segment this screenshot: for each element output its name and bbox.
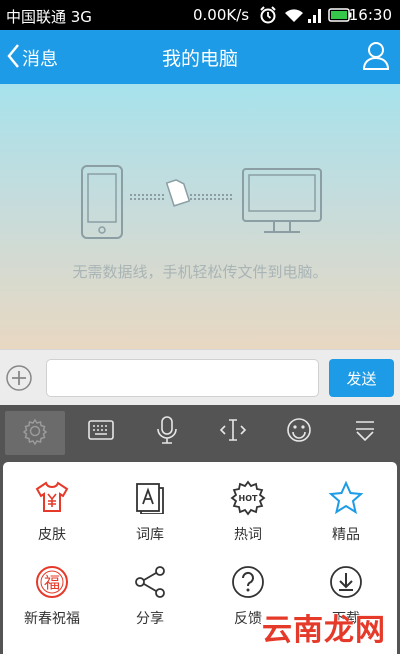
smiley-icon: [285, 416, 313, 448]
person-icon: [362, 42, 390, 75]
blessing-glyph: 福: [44, 573, 60, 592]
blessing-icon: 福: [34, 564, 70, 600]
status-bar: 中国联通 3G 0.00K/s 16:30: [0, 0, 400, 30]
panel-item-label: 皮肤: [38, 527, 66, 543]
profile-button[interactable]: [362, 39, 390, 75]
composer-bar: 发送: [0, 349, 400, 405]
cursor-button[interactable]: [200, 405, 266, 459]
hot-badge-icon: HOT: [230, 480, 266, 516]
share-icon: [132, 564, 168, 600]
signal-icon: [306, 5, 324, 29]
send-button[interactable]: 发送: [329, 359, 394, 397]
gear-icon: [21, 417, 49, 449]
panel-item-new-year-blessing[interactable]: 福 新春祝福: [3, 546, 101, 630]
download-icon: [328, 564, 364, 600]
title-bar: 消息 我的电脑: [0, 30, 400, 84]
panel-item-dictionary[interactable]: 词库: [101, 462, 199, 546]
panel-item-featured[interactable]: 精品: [297, 462, 395, 546]
alarm-icon: [258, 5, 278, 29]
wifi-icon: [283, 5, 305, 29]
panel-item-label: 分享: [136, 611, 164, 627]
add-attachment-button[interactable]: [5, 364, 33, 396]
settings-button[interactable]: [5, 411, 65, 455]
carrier-label: 中国联通 3G: [6, 8, 92, 26]
panel-item-label: 精品: [332, 527, 360, 543]
clock: 16:30: [348, 6, 392, 24]
input-method-toolbar: [0, 405, 400, 459]
hot-badge-text: HOT: [239, 494, 258, 503]
panel-item-label: 新春祝福: [24, 611, 80, 627]
keyboard-icon: [87, 419, 115, 445]
collapse-button[interactable]: [332, 405, 398, 459]
empty-state-hint: 无需数据线，手机轻松传文件到电脑。: [72, 263, 328, 281]
phone-to-pc-illustration: [78, 164, 323, 248]
emoji-button[interactable]: [266, 405, 332, 459]
plus-circle-icon: [6, 365, 32, 391]
dictionary-icon: [133, 480, 167, 516]
skin-shirt-icon: [35, 480, 69, 516]
collapse-icon: [351, 416, 379, 448]
question-icon: [230, 564, 266, 600]
panel-item-label: 词库: [136, 527, 164, 543]
panel-item-skin[interactable]: 皮肤: [3, 462, 101, 546]
chat-area: 无需数据线，手机轻松传文件到电脑。: [0, 84, 400, 349]
panel-item-share[interactable]: 分享: [101, 546, 199, 630]
watermark: 云南龙网: [262, 613, 386, 648]
keyboard-button[interactable]: [68, 405, 134, 459]
microphone-icon: [155, 415, 179, 449]
star-icon: [328, 480, 364, 516]
panel-item-label: 热词: [234, 527, 262, 543]
message-input[interactable]: [46, 359, 319, 397]
network-speed: 0.00K/s: [193, 6, 250, 24]
page-title: 我的电脑: [161, 48, 238, 70]
panel-item-hot-words[interactable]: HOT 热词: [199, 462, 297, 546]
text-cursor-icon: [218, 416, 248, 448]
voice-button[interactable]: [134, 405, 200, 459]
